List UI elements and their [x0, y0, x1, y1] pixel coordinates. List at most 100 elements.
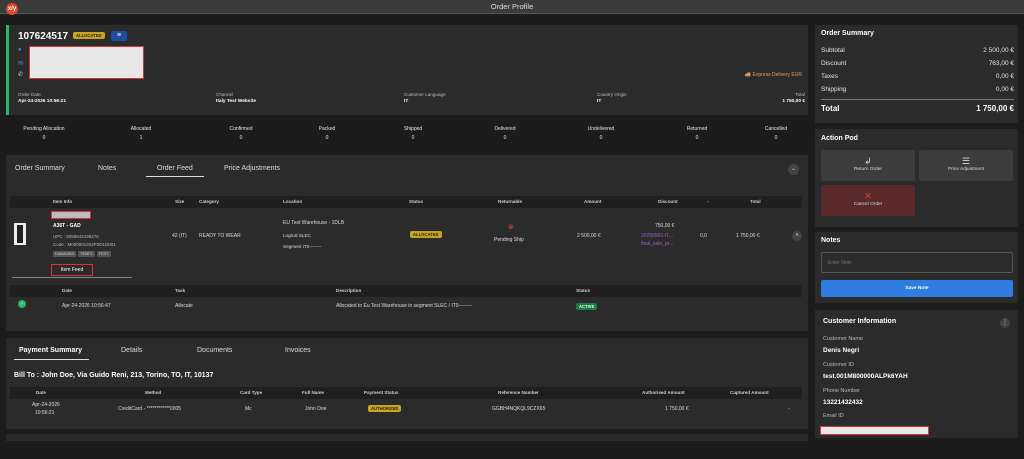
item-code: Code : M000001402P2D1D001: [53, 242, 116, 247]
payment-panel: Payment Summary Details Documents Invoic…: [6, 338, 808, 429]
tab-invoices[interactable]: Invoices: [285, 347, 311, 354]
payment-date: Apr-24-2026: [32, 402, 60, 408]
tab-documents[interactable]: Documents: [197, 347, 232, 354]
cancel-order-button[interactable]: ✕ Cancel Order: [821, 185, 915, 216]
sliders-icon: ☰: [961, 156, 971, 166]
summary-subtotal: Subtotal 2 500,00 €: [821, 47, 1014, 54]
order-status-badge: ALLOCATED: [73, 32, 105, 39]
save-note-button[interactable]: Save Note: [821, 280, 1013, 297]
collapse-icon[interactable]: ⌄: [788, 164, 799, 175]
tab-active-underline: [146, 176, 204, 177]
customer-name-label: Customer Name: [823, 336, 864, 342]
pending-ship-icon: ⊗: [508, 224, 514, 231]
item-thumbnail[interactable]: [14, 223, 26, 245]
item-amount: 2 500,00 €: [577, 233, 601, 239]
return-icon: ↲: [864, 156, 872, 166]
customer-id-label: Customer ID: [823, 362, 854, 368]
redacted-item-label: [51, 211, 91, 219]
tab-notes[interactable]: Notes: [98, 165, 116, 172]
status-counts: Pending Allocation 0 Allocated 1 Confirmed…: [6, 121, 808, 148]
customer-title: Customer Information: [823, 318, 897, 325]
bill-to: Bill To : John Doe, Via Guido Reni, 213,…: [14, 372, 214, 379]
redacted-email: [820, 426, 929, 435]
payment-time: 10:56:21: [35, 410, 55, 416]
email-label: Email ID: [823, 413, 844, 419]
tab-payment-summary[interactable]: Payment Summary: [19, 347, 82, 354]
info-language: Customer Language IT: [404, 92, 446, 104]
payment-captured: -: [788, 406, 790, 412]
order-feed-panel: Order Summary Notes Order Feed Price Adj…: [6, 155, 808, 331]
summary-divider: [821, 99, 1014, 100]
bottom-bar: [6, 434, 808, 441]
info-order-date: Order Date Apr-24-2026 10:56:21: [18, 92, 66, 104]
feed-description: Allocated to Eu Test Warehouse in segmen…: [336, 303, 472, 309]
price-adjustment-button[interactable]: ☰ Price Adjustment: [919, 150, 1013, 181]
item-size: 42 (IT): [172, 233, 187, 239]
item-category: READY TO WEAR: [199, 233, 241, 239]
item-discount-name[interactable]: final_sale_pr...: [641, 241, 673, 247]
cancel-order-label: Cancel Order: [853, 202, 883, 207]
page-title: Order Profile: [490, 2, 534, 11]
payment-reference: GGBH4NQKQL9CZX65: [492, 406, 546, 412]
item-discount-code[interactable]: 20250901-IT...: [641, 233, 673, 239]
item-status-badge: ALLOCATED: [410, 231, 442, 238]
redacted-contact: [29, 46, 144, 79]
feed-date: Apr-24-2026 10:56:47: [62, 303, 111, 309]
item-discount: 750,00 €: [655, 223, 675, 229]
payment-status-badge: AUTHORIZED: [368, 405, 402, 412]
payment-row: Apr-24-2026 10:56:21 CreditCard - ******…: [10, 400, 802, 422]
count-undelivered: Undelivered 0: [587, 126, 615, 141]
tag: FEST: [96, 251, 111, 257]
item-returnable: Pending Ship: [494, 237, 524, 243]
customer-name: Denis Negri: [823, 347, 860, 354]
payment-method: CreditCard - ************0005: [118, 406, 182, 412]
payment-table-header: Date Method Card Type Full Name Payment …: [10, 387, 802, 399]
return-order-button[interactable]: ↲ Return Order: [821, 150, 915, 181]
tag: DAMAGED: [53, 251, 77, 257]
info-total: Total 1 750,00 €: [782, 92, 805, 104]
summary-taxes: Taxes 0,00 €: [821, 73, 1014, 80]
customer-menu-icon[interactable]: ⋮: [1000, 318, 1010, 328]
item-row: A36T - GAD UPC : 8056642198276 Code : M0…: [10, 209, 802, 261]
feed-table-header: Date Task Description Status: [10, 285, 802, 297]
phone-number: 13221432432: [823, 399, 863, 406]
count-pending: Pending Allocation 0: [23, 126, 65, 141]
return-order-label: Return Order: [854, 167, 882, 172]
summary-title: Order Summary: [821, 30, 874, 37]
count-confirmed: Confirmed 0: [229, 126, 253, 141]
item-feed-underline: [12, 277, 132, 278]
item-segment: Segment IT0--------: [283, 244, 322, 249]
tab-order-summary[interactable]: Order Summary: [15, 165, 65, 172]
customer-id: test.001M800000ALPk6YAH: [823, 373, 908, 380]
item-feed-tab[interactable]: Item Feed: [51, 264, 93, 276]
order-menu-button[interactable]: ≡: [111, 31, 127, 41]
item-logical: Logical SLEC: [283, 233, 311, 238]
delivery-label: Express Delivery EUR: [752, 72, 802, 78]
feed-status-badge: ACTIVE: [576, 303, 598, 310]
user-icon: ●: [18, 47, 22, 53]
close-icon: ✕: [864, 191, 872, 201]
tab-order-feed[interactable]: Order Feed: [157, 165, 193, 172]
truck-icon: 🚚: [744, 72, 752, 78]
count-allocated: Allocated 1: [130, 126, 152, 141]
price-adjustment-label: Price Adjustment: [948, 167, 984, 172]
payment-card-type: Mc: [245, 406, 252, 412]
items-table-header: Item Info Size Category Location Status …: [10, 196, 802, 208]
notes-title: Notes: [821, 237, 841, 244]
order-id: 107624517: [18, 31, 69, 42]
summary-discount: Discount 763,00 €: [821, 60, 1014, 67]
feed-task: Allocate: [175, 303, 193, 309]
top-bar: x/y Order Profile: [0, 0, 1024, 15]
save-note-label: Save Note: [905, 286, 929, 291]
summary-shipping: Shipping 0,00 €: [821, 86, 1014, 93]
expand-item-icon[interactable]: ˄: [792, 231, 802, 241]
summary-total: Total 1 750,00 €: [821, 104, 1014, 113]
count-packed: Packed 0: [318, 126, 336, 141]
delivery-info: 🚚 Express Delivery EUR: [745, 72, 802, 78]
count-cancelled: Cancelled 0: [764, 126, 788, 141]
tab-price-adjustments[interactable]: Price Adjustments: [224, 165, 280, 172]
item-location: EU Test Warehouse - 1DLB: [283, 220, 345, 226]
note-input[interactable]: [821, 252, 1013, 273]
tab-details[interactable]: Details: [121, 347, 142, 354]
action-pod-title: Action Pod: [821, 135, 858, 142]
